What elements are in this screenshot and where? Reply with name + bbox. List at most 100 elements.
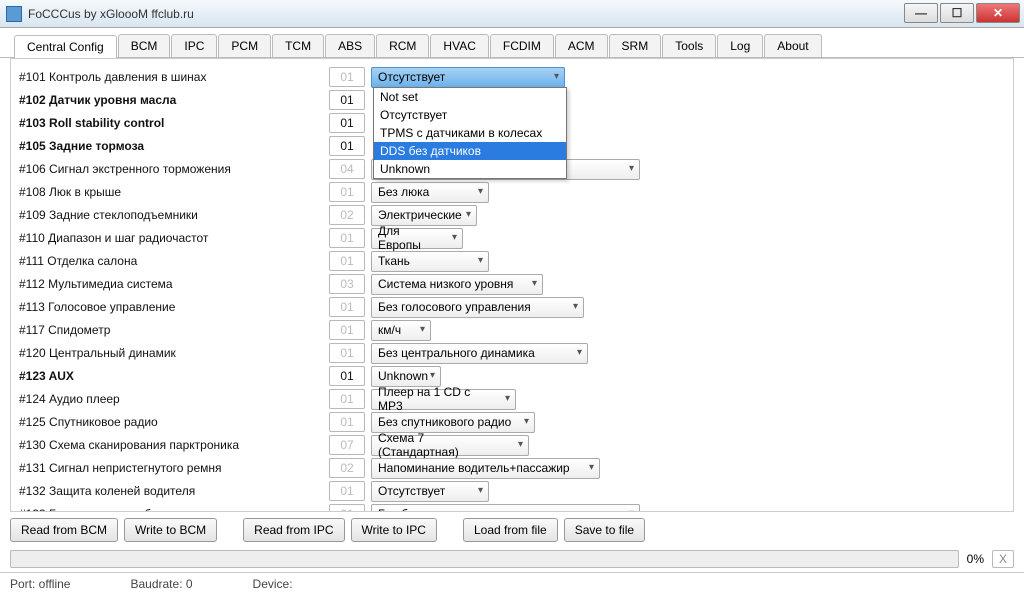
maximize-button[interactable]: ☐ <box>940 3 974 23</box>
config-row: #101 Контроль давления в шинах01Отсутств… <box>19 66 1005 88</box>
config-list[interactable]: Not setОтсутствуетTPMS с датчиками в кол… <box>10 58 1014 512</box>
tab-bcm[interactable]: BCM <box>118 34 171 57</box>
config-combo[interactable]: Ткань <box>371 251 489 272</box>
config-row: #109 Задние стеклоподъемники02 Электричес… <box>19 204 1005 226</box>
read-from-ipc-button[interactable]: Read from IPC <box>243 518 344 542</box>
config-combo[interactable]: Без люка <box>371 182 489 203</box>
config-label: #110 Диапазон и шаг радиочастот <box>19 231 329 245</box>
config-label: #111 Отделка салона <box>19 254 329 268</box>
progress-percent: 0% <box>967 552 984 566</box>
config-label: #108 Люк в крыше <box>19 185 329 199</box>
config-label: #133 Боковые шторки безопасности <box>19 507 329 512</box>
dropdown-option[interactable]: Отсутствует <box>374 106 566 124</box>
app-icon <box>6 6 22 22</box>
config-number[interactable]: 04 <box>329 159 365 179</box>
config-label: #113 Голосовое управление <box>19 300 329 314</box>
config-combo[interactable]: Схема 7 (Стандартная) <box>371 435 529 456</box>
config-row: #113 Голосовое управление01 Без голосовог… <box>19 296 1005 318</box>
config-number[interactable]: 01 <box>329 320 365 340</box>
config-combo[interactable]: Без центрального динамика <box>371 343 588 364</box>
config-number[interactable]: 01 <box>329 412 365 432</box>
config-label: #120 Центральный динамик <box>19 346 329 360</box>
config-number[interactable]: 07 <box>329 435 365 455</box>
write-to-bcm-button[interactable]: Write to BCM <box>124 518 217 542</box>
write-to-ipc-button[interactable]: Write to IPC <box>351 518 437 542</box>
config-combo[interactable]: км/ч <box>371 320 431 341</box>
config-row: #123 AUX01 Unknown <box>19 365 1005 387</box>
config-combo[interactable]: Электрические <box>371 205 477 226</box>
config-label: #105 Задние тормоза <box>19 139 329 153</box>
tab-tools[interactable]: Tools <box>662 34 716 57</box>
config-combo[interactable]: Плеер на 1 CD с MP3 <box>371 389 516 410</box>
config-row: #112 Мультимедиа система03Система низког… <box>19 273 1005 295</box>
config-combo[interactable]: Без боковых шторок <box>371 504 640 513</box>
save-to-file-button[interactable]: Save to file <box>564 518 645 542</box>
config-number[interactable]: 01 <box>329 228 365 248</box>
config-row: #120 Центральный динамик01 Без центрально… <box>19 342 1005 364</box>
config-label: #102 Датчик уровня масла <box>19 93 329 107</box>
config-number[interactable]: 01 <box>329 481 365 501</box>
config-combo[interactable]: Unknown <box>371 366 441 387</box>
tpms-dropdown-list[interactable]: Not setОтсутствуетTPMS с датчиками в кол… <box>373 87 567 179</box>
status-port: Port: offline <box>10 577 70 591</box>
load-from-file-button[interactable]: Load from file <box>463 518 558 542</box>
config-row: #111 Отделка салона01 Ткань <box>19 250 1005 272</box>
config-number[interactable]: 01 <box>329 182 365 202</box>
config-combo[interactable]: Отсутствует <box>371 481 489 502</box>
config-label: #117 Спидометр <box>19 323 329 337</box>
config-number[interactable]: 01 <box>329 504 365 512</box>
tab-abs[interactable]: ABS <box>325 34 375 57</box>
config-combo[interactable]: Для Европы <box>371 228 463 249</box>
config-number[interactable]: 03 <box>329 274 365 294</box>
config-combo[interactable]: Напоминание водитель+пассажир <box>371 458 600 479</box>
tab-log[interactable]: Log <box>717 34 763 57</box>
close-button[interactable]: ✕ <box>976 3 1020 23</box>
config-combo[interactable]: Без спутникового радио <box>371 412 535 433</box>
dropdown-option[interactable]: TPMS с датчиками в колесах <box>374 124 566 142</box>
dropdown-option[interactable]: DDS без датчиков <box>374 142 566 160</box>
config-number[interactable]: 01 <box>329 366 365 386</box>
read-from-bcm-button[interactable]: Read from BCM <box>10 518 118 542</box>
config-label: #132 Защита коленей водителя <box>19 484 329 498</box>
config-number[interactable]: 01 <box>329 90 365 110</box>
config-row: #131 Сигнал непристегнутого ремня02Напом… <box>19 457 1005 479</box>
tab-about[interactable]: About <box>764 34 821 57</box>
status-device: Device: <box>253 577 293 591</box>
dropdown-option[interactable]: Unknown <box>374 160 566 178</box>
config-number[interactable]: 01 <box>329 113 365 133</box>
config-label: #109 Задние стеклоподъемники <box>19 208 329 222</box>
progress-area: 0% X <box>10 550 1014 568</box>
config-label: #103 Roll stability control <box>19 116 329 130</box>
config-number[interactable]: 02 <box>329 205 365 225</box>
tab-fcdim[interactable]: FCDIM <box>490 34 554 57</box>
config-label: #125 Спутниковое радио <box>19 415 329 429</box>
config-label: #124 Аудио плеер <box>19 392 329 406</box>
config-number[interactable]: 02 <box>329 458 365 478</box>
config-row: #108 Люк в крыше01 Без люка <box>19 181 1005 203</box>
tab-bar: Central ConfigBCMIPCPCMTCMABSRCMHVACFCDI… <box>0 28 1024 58</box>
minimize-button[interactable]: — <box>904 3 938 23</box>
tab-central-config[interactable]: Central Config <box>14 35 117 58</box>
config-label: #130 Схема сканирования парктроника <box>19 438 329 452</box>
tab-ipc[interactable]: IPC <box>171 34 217 57</box>
config-combo[interactable]: Без голосового управления <box>371 297 584 318</box>
config-combo[interactable]: Система низкого уровня <box>371 274 543 295</box>
tab-acm[interactable]: ACM <box>555 34 608 57</box>
window-buttons: — ☐ ✕ <box>904 0 1024 27</box>
config-label: #123 AUX <box>19 369 329 383</box>
tab-tcm[interactable]: TCM <box>272 34 324 57</box>
cancel-progress-button[interactable]: X <box>992 550 1014 568</box>
config-number[interactable]: 01 <box>329 389 365 409</box>
config-combo[interactable]: Отсутствует <box>371 67 565 88</box>
tab-pcm[interactable]: PCM <box>218 34 271 57</box>
tab-rcm[interactable]: RCM <box>376 34 429 57</box>
config-number[interactable]: 01 <box>329 343 365 363</box>
config-number[interactable]: 01 <box>329 297 365 317</box>
config-row: #130 Схема сканирования парктроника07 Схе… <box>19 434 1005 456</box>
config-number[interactable]: 01 <box>329 136 365 156</box>
dropdown-option[interactable]: Not set <box>374 88 566 106</box>
config-number[interactable]: 01 <box>329 251 365 271</box>
tab-srm[interactable]: SRM <box>609 34 662 57</box>
config-number[interactable]: 01 <box>329 67 365 87</box>
tab-hvac[interactable]: HVAC <box>430 34 488 57</box>
